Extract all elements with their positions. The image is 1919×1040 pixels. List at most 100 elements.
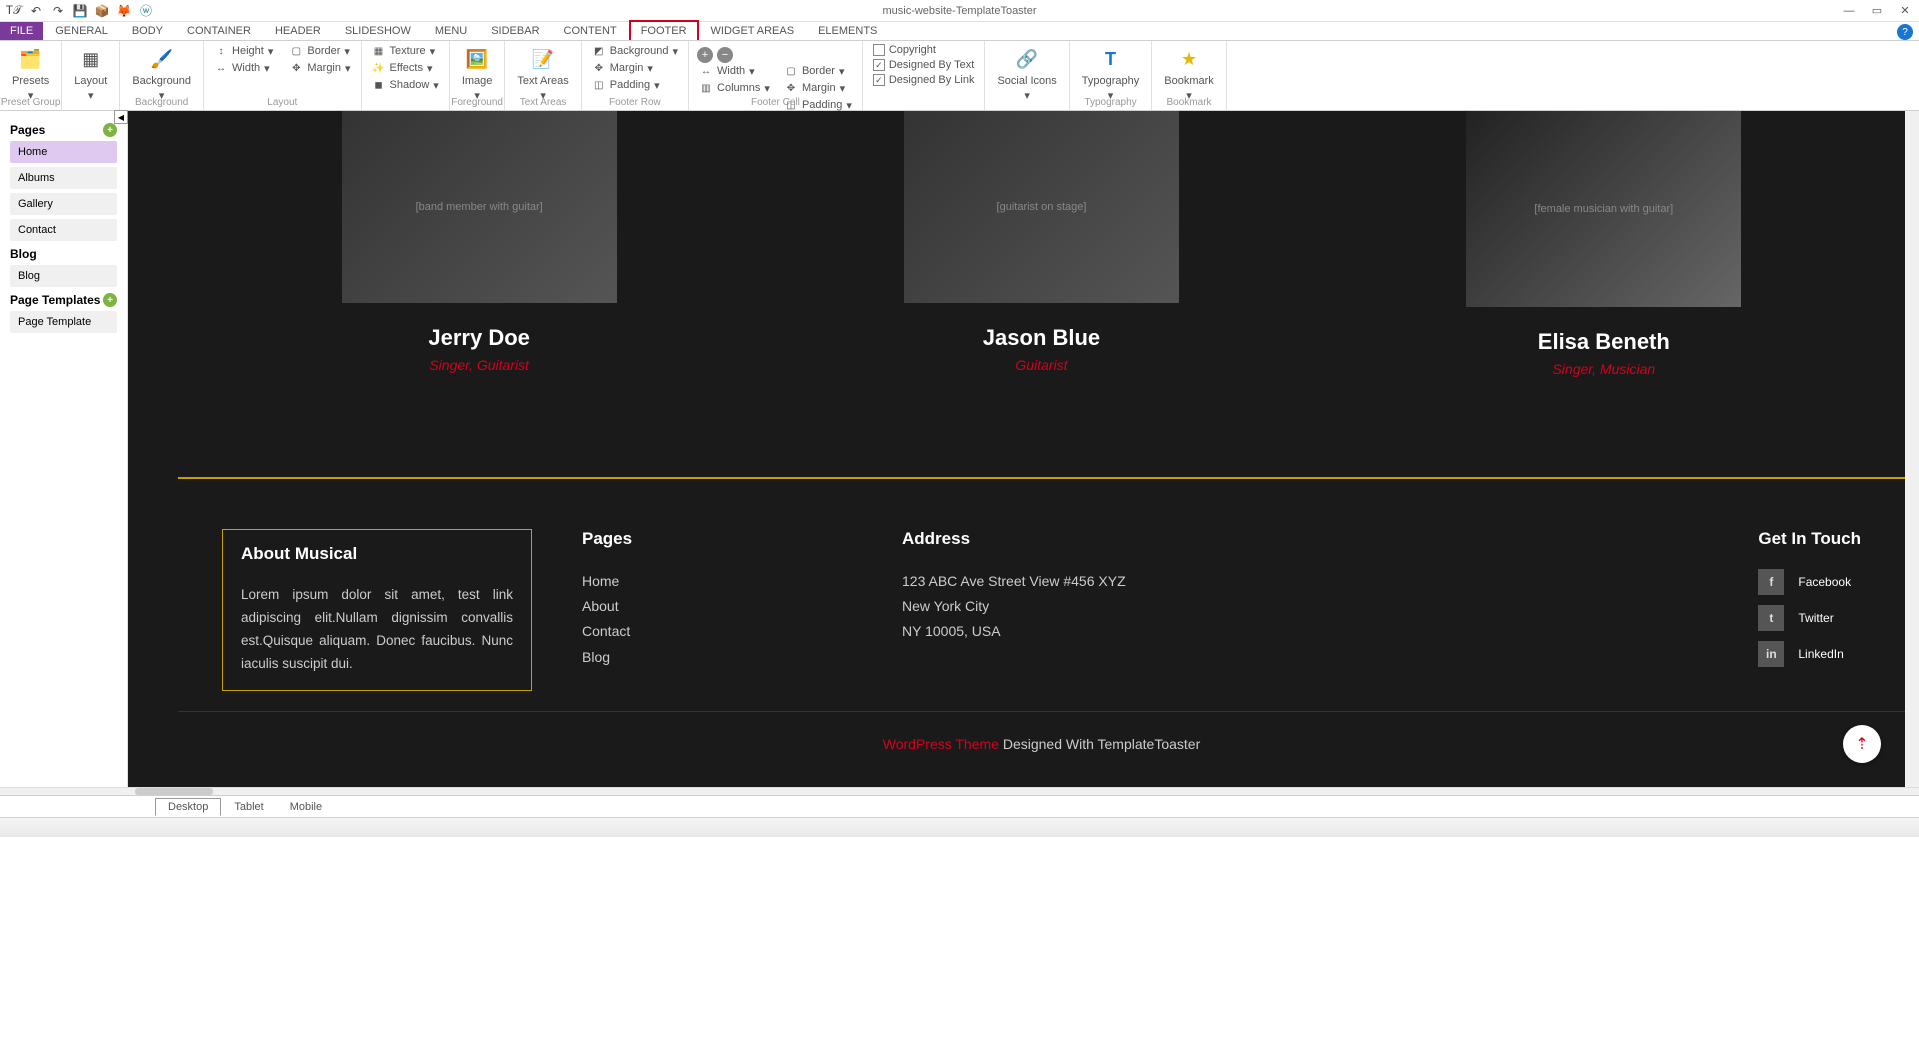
tab-container[interactable]: CONTAINER xyxy=(175,22,263,40)
tab-sidebar[interactable]: SIDEBAR xyxy=(479,22,551,40)
add-cell-button[interactable]: + xyxy=(697,47,713,63)
margin-icon: ✥ xyxy=(784,81,798,95)
copyright-checkbox[interactable]: Copyright xyxy=(869,43,979,57)
footer-link-about[interactable]: About xyxy=(582,598,619,614)
view-tab-mobile[interactable]: Mobile xyxy=(277,798,335,816)
tab-header[interactable]: HEADER xyxy=(263,22,333,40)
social-icons-button[interactable]: 🔗 Social Icons▾ xyxy=(991,43,1062,116)
maximize-button[interactable]: ▭ xyxy=(1863,1,1891,21)
group-label: Preset Group xyxy=(0,97,61,108)
sidebar-templates-header: Page Templates xyxy=(10,293,100,307)
view-tab-tablet[interactable]: Tablet xyxy=(221,798,276,816)
cell-margin-dropdown[interactable]: ✥Margin ▾ xyxy=(780,80,856,96)
artist-image: [female musician with guitar] xyxy=(1466,111,1741,307)
tab-elements[interactable]: ELEMENTS xyxy=(806,22,889,40)
padding-icon: ◫ xyxy=(592,78,606,92)
artist-name: Jason Blue xyxy=(904,325,1179,351)
width-icon: ↔ xyxy=(699,64,713,78)
main-area: ◀ Pages + Home Albums Gallery Contact Blo… xyxy=(0,111,1919,787)
text-tool-icon[interactable]: T𝒯 xyxy=(6,3,22,19)
background-label: Background xyxy=(132,75,191,87)
scroll-to-top-button[interactable]: ⇡ xyxy=(1843,725,1881,763)
minimize-button[interactable]: — xyxy=(1835,1,1863,21)
bookmark-label: Bookmark xyxy=(1164,75,1214,87)
tab-content[interactable]: CONTENT xyxy=(552,22,629,40)
row-margin-dropdown[interactable]: ✥Margin ▾ xyxy=(588,60,682,76)
tab-general[interactable]: GENERAL xyxy=(43,22,120,40)
artist-name: Elisa Beneth xyxy=(1466,329,1741,355)
sidebar-item-template[interactable]: Page Template xyxy=(10,311,117,333)
horizontal-scrollbar[interactable] xyxy=(0,787,1919,795)
artist-card: [band member with guitar] Jerry Doe Sing… xyxy=(342,111,617,377)
footer-link-blog[interactable]: Blog xyxy=(582,649,610,665)
sidebar-item-blog[interactable]: Blog xyxy=(10,265,117,287)
remove-cell-button[interactable]: − xyxy=(717,47,733,63)
group-label: Typography xyxy=(1070,97,1151,108)
footer-address-line: NY 10005, USA xyxy=(902,619,1182,644)
package-icon[interactable]: 📦 xyxy=(94,3,110,19)
designed-text-checkbox[interactable]: ✓Designed By Text xyxy=(869,58,979,72)
sidebar-item-home[interactable]: Home xyxy=(10,141,117,163)
tab-menu[interactable]: MENU xyxy=(423,22,479,40)
border-icon: ▢ xyxy=(784,64,798,78)
background-icon: 🖌️ xyxy=(148,45,176,73)
footer-address-title: Address xyxy=(902,529,1182,549)
row-padding-dropdown[interactable]: ◫Padding ▾ xyxy=(588,77,682,93)
footer-pages-title: Pages xyxy=(582,529,862,549)
background-icon: ◩ xyxy=(592,44,606,58)
layout-button[interactable]: ▦ Layout▾ xyxy=(68,43,113,116)
effects-dropdown[interactable]: ✨Effects ▾ xyxy=(368,60,443,76)
add-template-button[interactable]: + xyxy=(103,293,117,307)
texture-dropdown[interactable]: ▦Texture ▾ xyxy=(368,43,443,59)
image-icon: 🖼️ xyxy=(463,45,491,73)
footer-link-contact[interactable]: Contact xyxy=(582,623,630,639)
tab-widget-areas[interactable]: WIDGET AREAS xyxy=(699,22,807,40)
social-facebook[interactable]: fFacebook xyxy=(1758,569,1861,595)
status-bar xyxy=(0,817,1919,837)
wordpress-icon[interactable]: ⓦ xyxy=(138,3,154,19)
footer-address-line: 123 ABC Ave Street View #456 XYZ xyxy=(902,569,1182,594)
footer-about-box[interactable]: About Musical Lorem ipsum dolor sit amet… xyxy=(222,529,532,691)
add-page-button[interactable]: + xyxy=(103,123,117,137)
footer-credit-theme[interactable]: WordPress Theme xyxy=(883,736,999,752)
footer-link-home[interactable]: Home xyxy=(582,573,619,589)
layout-icon: ▦ xyxy=(77,45,105,73)
save-icon[interactable]: 💾 xyxy=(72,3,88,19)
checkbox-icon: ✓ xyxy=(873,74,885,86)
social-linkedin[interactable]: inLinkedIn xyxy=(1758,641,1861,667)
shadow-dropdown[interactable]: ◼Shadow ▾ xyxy=(368,77,443,93)
main-tabs: FILE GENERAL BODY CONTAINER HEADER SLIDE… xyxy=(0,22,1919,41)
tab-file[interactable]: FILE xyxy=(0,22,43,40)
sidebar-item-contact[interactable]: Contact xyxy=(10,219,117,241)
collapse-sidebar-icon[interactable]: ◀ xyxy=(114,110,128,124)
vertical-scrollbar[interactable] xyxy=(1905,111,1919,787)
tab-slideshow[interactable]: SLIDESHOW xyxy=(333,22,423,40)
sidebar-item-gallery[interactable]: Gallery xyxy=(10,193,117,215)
cell-border-dropdown[interactable]: ▢Border ▾ xyxy=(780,63,856,79)
textareas-icon: 📝 xyxy=(529,45,557,73)
tab-footer[interactable]: FOOTER xyxy=(629,20,699,40)
facebook-icon: f xyxy=(1758,569,1784,595)
footer-credit: WordPress Theme Designed With TemplateTo… xyxy=(178,711,1905,776)
canvas[interactable]: [band member with guitar] Jerry Doe Sing… xyxy=(128,111,1919,787)
designed-link-checkbox[interactable]: ✓Designed By Link xyxy=(869,73,979,87)
undo-icon[interactable]: ↶ xyxy=(28,3,44,19)
border-dropdown[interactable]: ▢Border ▾ xyxy=(285,43,354,59)
redo-icon[interactable]: ↷ xyxy=(50,3,66,19)
social-twitter[interactable]: tTwitter xyxy=(1758,605,1861,631)
social-label: Social Icons xyxy=(997,75,1056,87)
close-button[interactable]: ✕ xyxy=(1891,1,1919,21)
view-tab-desktop[interactable]: Desktop xyxy=(155,798,221,816)
row-background-dropdown[interactable]: ◩Background ▾ xyxy=(588,43,682,59)
cell-columns-dropdown[interactable]: ▥Columns ▾ xyxy=(695,80,774,96)
scrollbar-thumb[interactable] xyxy=(135,788,213,795)
footer-credit-text: Designed With TemplateToaster xyxy=(999,736,1200,752)
help-icon[interactable]: ? xyxy=(1897,24,1913,40)
tab-body[interactable]: BODY xyxy=(120,22,175,40)
height-dropdown[interactable]: ↕Height ▾ xyxy=(210,43,277,59)
firefox-icon[interactable]: 🦊 xyxy=(116,3,132,19)
margin-dropdown[interactable]: ✥Margin ▾ xyxy=(285,60,354,76)
sidebar-item-albums[interactable]: Albums xyxy=(10,167,117,189)
width-dropdown[interactable]: ↔Width ▾ xyxy=(210,60,277,76)
cell-width-dropdown[interactable]: ↔Width ▾ xyxy=(695,63,774,79)
